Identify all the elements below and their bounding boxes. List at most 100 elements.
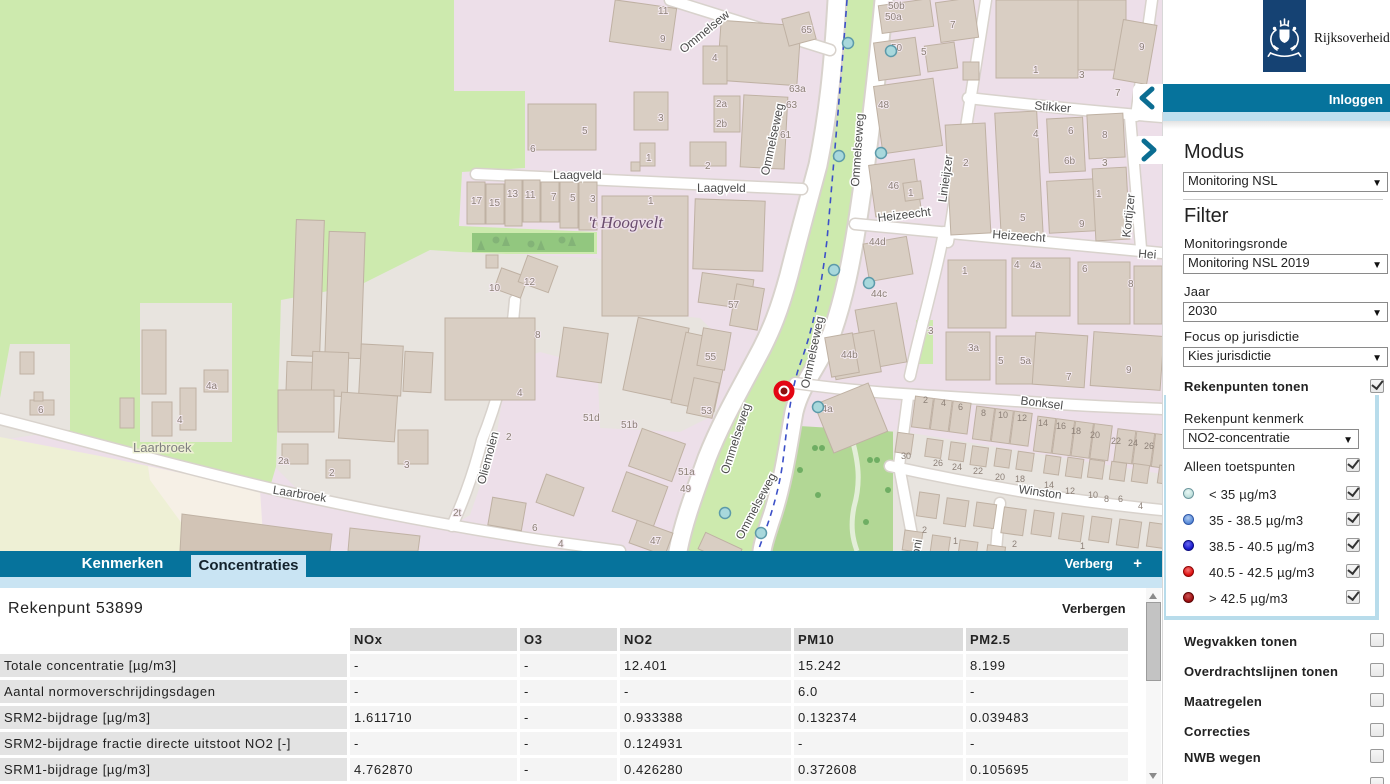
svg-text:Hei: Hei (1138, 246, 1157, 261)
svg-text:3: 3 (404, 460, 410, 471)
svg-text:1: 1 (1033, 65, 1039, 76)
svg-text:49: 49 (680, 484, 692, 495)
svg-text:1: 1 (1096, 189, 1102, 200)
svg-text:2: 2 (1012, 539, 1017, 549)
svg-text:3: 3 (1079, 70, 1085, 81)
svg-text:8: 8 (1104, 494, 1109, 504)
svg-text:14: 14 (1038, 418, 1048, 428)
svg-text:7: 7 (551, 192, 557, 203)
svg-text:3: 3 (590, 194, 596, 205)
svg-text:1: 1 (646, 153, 652, 164)
svg-text:65: 65 (801, 25, 813, 36)
svg-text:11: 11 (658, 6, 669, 17)
svg-text:2: 2 (329, 468, 335, 479)
svg-text:20: 20 (995, 472, 1005, 482)
svg-text:16: 16 (1056, 421, 1066, 431)
svg-text:8: 8 (981, 408, 986, 418)
svg-text:2: 2 (923, 395, 928, 405)
svg-text:4a: 4a (1030, 260, 1042, 271)
svg-text:Laarbroek: Laarbroek (133, 440, 192, 455)
svg-text:50b: 50b (888, 1, 905, 12)
svg-text:4a: 4a (206, 381, 218, 392)
svg-text:13: 13 (507, 189, 519, 200)
svg-text:1: 1 (962, 266, 968, 277)
svg-text:2a: 2a (716, 99, 728, 110)
svg-text:20: 20 (1090, 430, 1100, 440)
svg-text:6: 6 (1082, 264, 1088, 275)
svg-text:57: 57 (728, 300, 740, 311)
svg-text:5: 5 (570, 193, 576, 204)
svg-text:51a: 51a (678, 467, 695, 478)
svg-text:18: 18 (1071, 426, 1081, 436)
svg-text:2: 2 (922, 525, 927, 535)
svg-text:53: 53 (701, 406, 713, 417)
svg-text:4: 4 (1014, 260, 1020, 271)
svg-text:22: 22 (973, 466, 983, 476)
svg-text:44c: 44c (871, 289, 887, 300)
svg-text:2: 2 (705, 161, 711, 172)
svg-text:8: 8 (535, 330, 541, 341)
svg-text:61: 61 (780, 130, 792, 141)
svg-text:Laagveld: Laagveld (697, 181, 746, 195)
svg-text:1: 1 (1080, 541, 1085, 551)
svg-text:4: 4 (177, 415, 183, 426)
svg-text:12: 12 (1065, 486, 1075, 496)
svg-text:17: 17 (471, 196, 483, 207)
svg-text:18: 18 (1015, 474, 1025, 484)
svg-text:7: 7 (1066, 372, 1072, 383)
svg-text:2a: 2a (278, 456, 290, 467)
svg-text:8: 8 (1102, 130, 1108, 141)
svg-text:Laagveld: Laagveld (553, 168, 602, 182)
svg-text:22: 22 (1111, 436, 1121, 446)
svg-text:5: 5 (998, 356, 1004, 367)
svg-text:6b: 6b (1064, 156, 1076, 167)
svg-text:10: 10 (998, 410, 1008, 420)
svg-text:44d: 44d (869, 237, 886, 248)
svg-text:51b: 51b (621, 420, 638, 431)
svg-text:24: 24 (952, 462, 962, 472)
svg-text:1: 1 (953, 536, 958, 546)
svg-text:50a: 50a (885, 12, 902, 23)
svg-text:4: 4 (1138, 501, 1143, 511)
svg-text:6: 6 (1068, 126, 1074, 137)
svg-text:6: 6 (532, 523, 538, 534)
svg-text:4: 4 (517, 388, 523, 399)
svg-text:5a: 5a (1020, 356, 1032, 367)
svg-text:44b: 44b (841, 350, 858, 361)
svg-text:4: 4 (941, 398, 946, 408)
svg-text:3: 3 (658, 113, 664, 124)
svg-text:12: 12 (524, 277, 536, 288)
svg-text:47: 47 (650, 536, 662, 547)
svg-text:3: 3 (1102, 158, 1108, 169)
svg-text:26: 26 (1144, 441, 1154, 451)
svg-text:48: 48 (878, 100, 890, 111)
svg-text:63a: 63a (789, 84, 806, 95)
svg-text:9: 9 (660, 34, 666, 45)
svg-text:63: 63 (786, 100, 798, 111)
svg-text:6: 6 (38, 405, 44, 416)
svg-text:3: 3 (928, 326, 934, 337)
svg-text:14: 14 (1044, 480, 1054, 490)
svg-text:6: 6 (958, 402, 963, 412)
svg-text:5: 5 (921, 47, 927, 58)
svg-text:30: 30 (901, 451, 911, 461)
svg-text:8: 8 (1128, 279, 1134, 290)
svg-text:1: 1 (908, 188, 914, 199)
svg-text:7: 7 (950, 20, 956, 31)
svg-text:4: 4 (1033, 129, 1039, 140)
svg-text:55: 55 (705, 352, 717, 363)
svg-text:11: 11 (525, 190, 536, 201)
svg-text:24: 24 (1128, 438, 1138, 448)
svg-text:4: 4 (558, 539, 564, 550)
svg-text:6: 6 (1118, 494, 1123, 504)
svg-text:9: 9 (1126, 365, 1132, 376)
svg-text:3a: 3a (968, 343, 980, 354)
svg-text:10: 10 (1088, 490, 1098, 500)
svg-text:12: 12 (1017, 413, 1027, 423)
svg-text:51d: 51d (583, 413, 600, 424)
svg-text:26: 26 (933, 458, 943, 468)
svg-text:46: 46 (888, 181, 900, 192)
svg-text:2b: 2b (716, 119, 728, 130)
svg-text:'t Hoogvelt: 't Hoogvelt (588, 213, 664, 232)
svg-text:5: 5 (1020, 213, 1026, 224)
